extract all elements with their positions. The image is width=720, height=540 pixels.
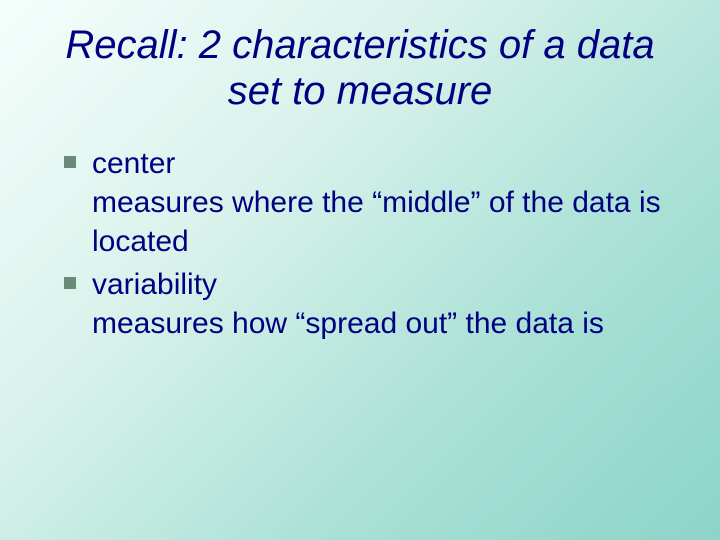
square-bullet-icon — [64, 156, 76, 168]
item-description: measures how “spread out” the data is — [92, 304, 670, 343]
bullet-list: center measures where the “middle” of th… — [50, 144, 670, 343]
slide-title: Recall: 2 characteristics of a data set … — [50, 22, 670, 114]
slide: Recall: 2 characteristics of a data set … — [0, 0, 720, 540]
item-heading: variability — [92, 265, 670, 304]
item-description: measures where the “middle” of the data … — [92, 183, 670, 261]
square-bullet-icon — [64, 277, 76, 289]
item-heading: center — [92, 144, 670, 183]
list-item: variability measures how “spread out” th… — [58, 265, 670, 343]
list-item: center measures where the “middle” of th… — [58, 144, 670, 261]
